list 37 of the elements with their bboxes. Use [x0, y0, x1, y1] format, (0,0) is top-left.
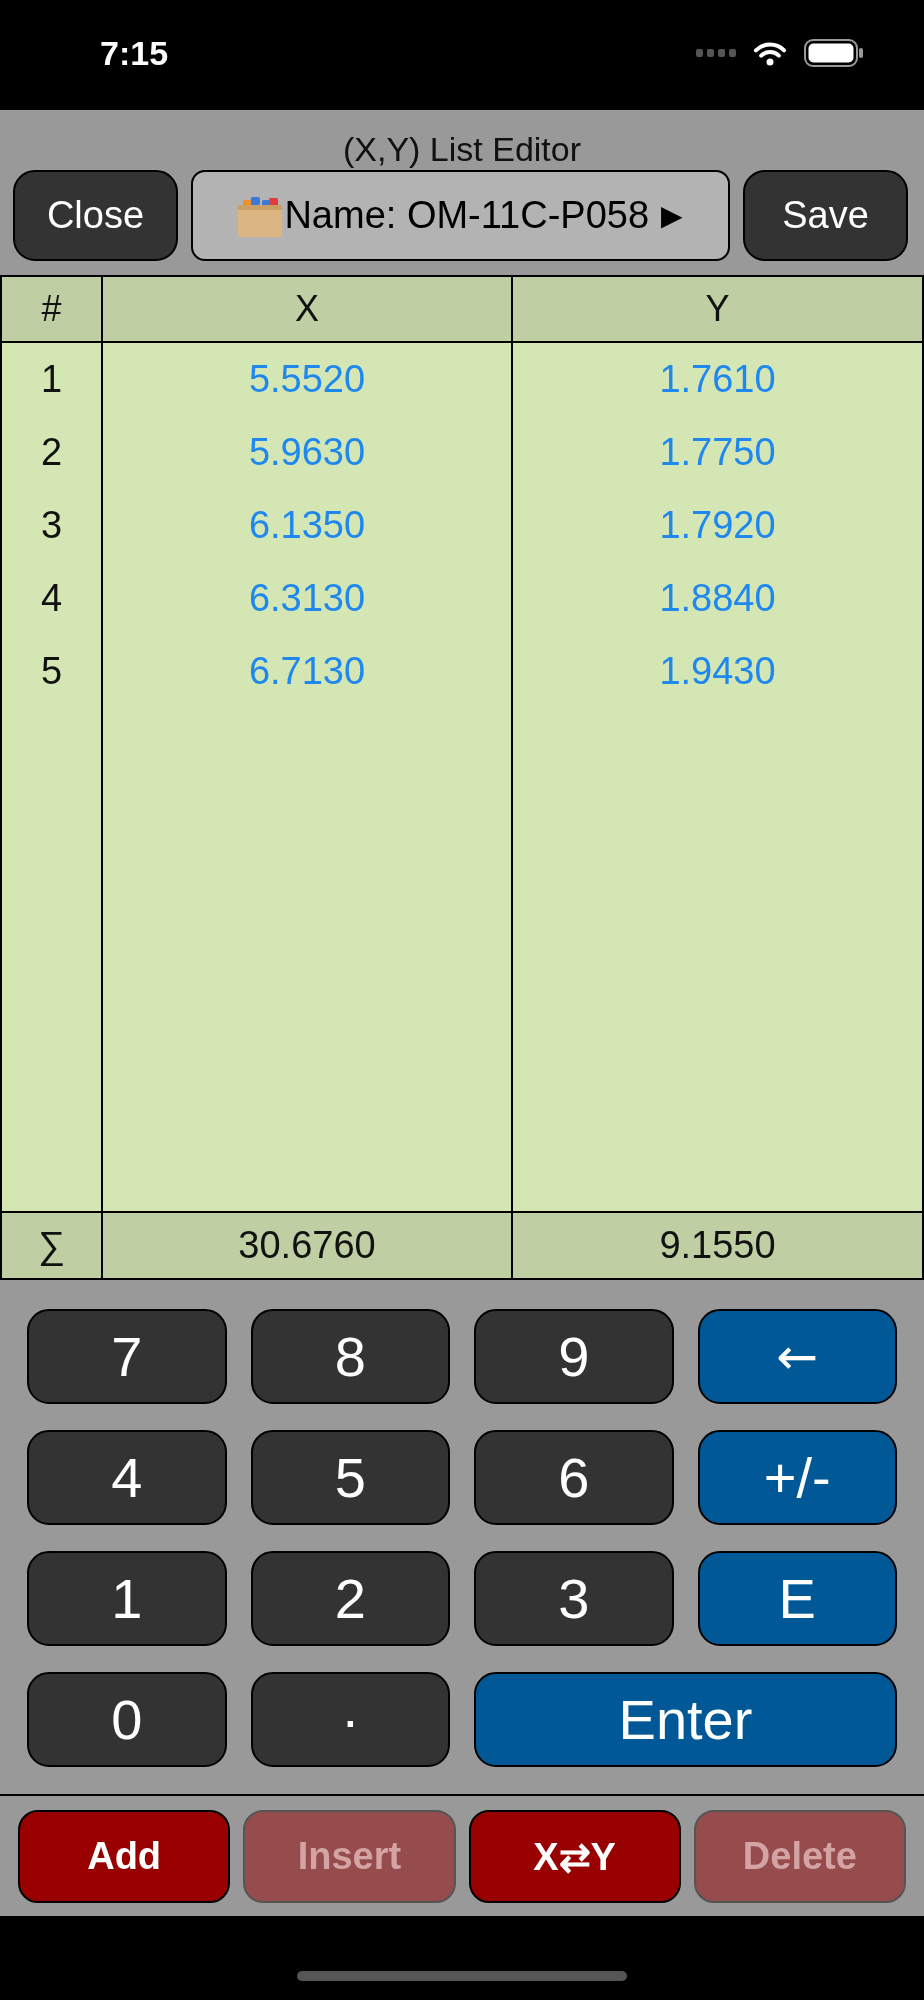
keypad-key[interactable]: 8: [250, 1309, 450, 1404]
row-number: 3: [39, 503, 64, 548]
keypad-key[interactable]: 0: [27, 1672, 227, 1767]
row-number: 2: [39, 430, 64, 475]
name-button[interactable]: Name: OM-11C-P058 ▶: [191, 170, 730, 261]
keypad-key[interactable]: 3: [474, 1551, 674, 1646]
close-button[interactable]: Close: [13, 170, 178, 261]
x-sum-cell: 30.6760: [103, 1213, 513, 1278]
action-button[interactable]: Add: [18, 1810, 231, 1903]
keypad-key[interactable]: +/-: [697, 1430, 897, 1525]
y-sum-cell-text: 9.1550: [658, 1223, 777, 1268]
action-button[interactable]: X⇄Y: [468, 1810, 681, 1903]
row-number: 4: [39, 576, 64, 621]
wifi-icon: [752, 40, 788, 66]
save-button[interactable]: Save: [743, 170, 908, 261]
keypad-key[interactable]: 4: [27, 1430, 227, 1525]
status-time: 7:15: [100, 33, 169, 73]
column-header: Y: [704, 287, 731, 331]
home-indicator[interactable]: [297, 1971, 627, 1981]
keypad-key[interactable]: E: [697, 1551, 897, 1646]
keypad-key[interactable]: 1: [27, 1551, 227, 1646]
keypad-key[interactable]: ←: [697, 1309, 897, 1404]
column-header: X: [103, 277, 513, 341]
keypad-key[interactable]: 5: [250, 1430, 450, 1525]
keypad-key[interactable]: ·: [250, 1672, 450, 1767]
row-number: 5: [39, 649, 64, 694]
keypad-key[interactable]: 6: [474, 1430, 674, 1525]
keypad-key[interactable]: 2: [250, 1551, 450, 1646]
column-header: #: [2, 277, 103, 341]
keypad-key[interactable]: 7: [27, 1309, 227, 1404]
signal-dots-icon: [696, 49, 736, 57]
screen-title: (X,Y) List Editor: [342, 129, 582, 170]
keypad-key[interactable]: 9: [474, 1309, 674, 1404]
keypad-key[interactable]: Enter: [474, 1672, 897, 1767]
battery-icon: [804, 39, 864, 67]
row-number: 1: [39, 357, 64, 402]
card-box-icon: [238, 194, 283, 237]
